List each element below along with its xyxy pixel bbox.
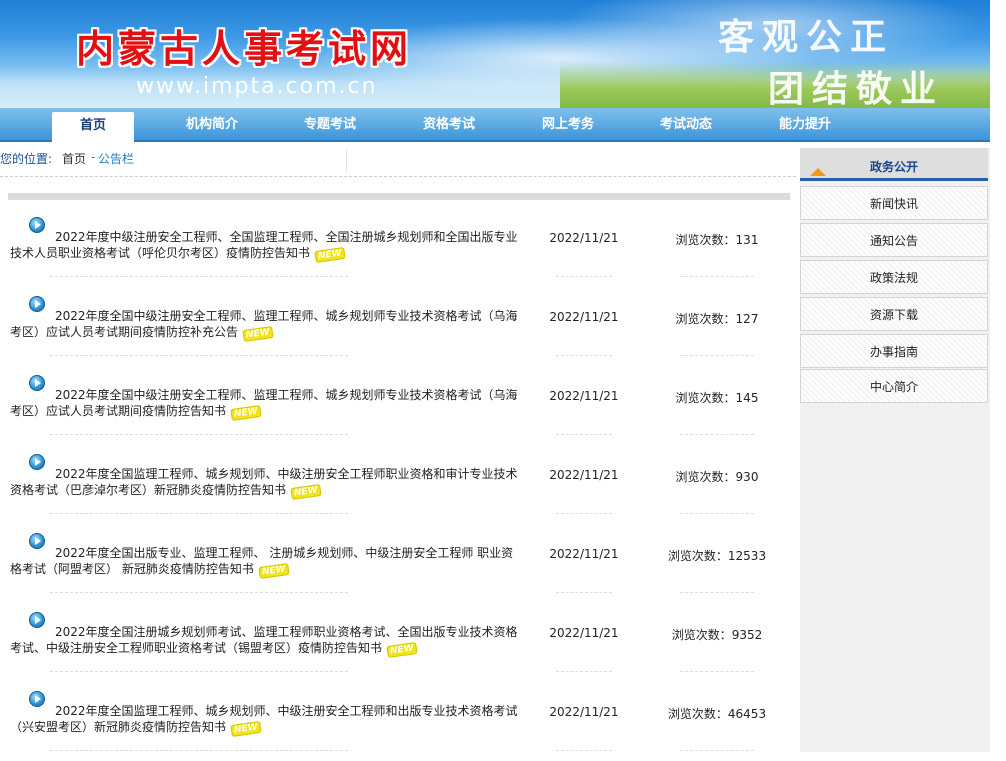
breadcrumb-label: 您的位置: bbox=[0, 152, 53, 166]
article-date: 2022/11/21 bbox=[549, 705, 619, 719]
new-badge-icon: NEW bbox=[230, 404, 262, 422]
sidebar: 政务公开 新闻快讯 通知公告 政策法规 资源下载 办事指南 中心简介 bbox=[800, 148, 990, 752]
new-badge-icon: NEW bbox=[242, 325, 274, 343]
list-item: 2022年度全国中级注册安全工程师、监理工程师、城乡规划师专业技术资格考试（乌海… bbox=[0, 366, 796, 445]
sidebar-heading: 政务公开 bbox=[800, 148, 988, 181]
article-date: 2022/11/21 bbox=[549, 310, 619, 324]
row-divider bbox=[50, 750, 348, 751]
article-title-link[interactable]: 2022年度中级注册安全工程师、全国监理工程师、全国注册城乡规划师和全国出版专业… bbox=[10, 229, 518, 264]
article-views: 浏览次数：131 bbox=[675, 233, 759, 247]
row-divider bbox=[556, 592, 612, 593]
row-divider bbox=[50, 592, 348, 593]
banner-slogan-line2: 团结敬业 bbox=[768, 68, 945, 108]
article-date: 2022/11/21 bbox=[549, 468, 619, 482]
breadcrumb-divider bbox=[346, 150, 347, 172]
orange-triangle-icon bbox=[810, 168, 826, 176]
nav-item-home[interactable]: 首页 bbox=[52, 112, 134, 142]
sidebar-heading-label: 政务公开 bbox=[870, 160, 919, 174]
article-views: 浏览次数：930 bbox=[675, 470, 759, 484]
site-title: 内蒙古人事考试网 bbox=[76, 26, 413, 71]
list-item: 2022年度全国监理工程师、城乡规划师、中级注册安全工程师职业资格和审计专业技术… bbox=[0, 445, 796, 524]
row-divider bbox=[556, 750, 612, 751]
row-divider bbox=[680, 513, 754, 514]
article-title[interactable]: 2022年度中级注册安全工程师、全国监理工程师、全国注册城乡规划师和全国出版专业… bbox=[10, 230, 518, 260]
banner-slogan-line1: 客观公正 bbox=[718, 16, 895, 58]
list-item: 2022年度全国注册城乡规划师考试、监理工程师职业资格考试、全国出版专业技术资格… bbox=[0, 603, 796, 682]
sidebar-item-notices[interactable]: 通知公告 bbox=[800, 223, 988, 257]
sidebar-item-news[interactable]: 新闻快讯 bbox=[800, 186, 988, 220]
site-url: www.impta.com.cn bbox=[136, 74, 378, 99]
site-banner: 内蒙古人事考试网 www.impta.com.cn 客观公正 团结敬业 bbox=[0, 0, 990, 108]
nav-item-about[interactable]: 机构简介 bbox=[160, 108, 264, 140]
article-views: 浏览次数：127 bbox=[675, 312, 759, 326]
article-date: 2022/11/21 bbox=[549, 231, 619, 245]
row-divider bbox=[680, 671, 754, 672]
breadcrumb-current[interactable]: 公告栏 bbox=[98, 150, 134, 167]
row-divider bbox=[680, 355, 754, 356]
article-title-link[interactable]: 2022年度全国中级注册安全工程师、监理工程师、城乡规划师专业技术资格考试（乌海… bbox=[10, 387, 518, 422]
breadcrumb-separator: - bbox=[91, 150, 96, 164]
sidebar-item-service-guide[interactable]: 办事指南 bbox=[800, 334, 988, 368]
nav-item-exam-news[interactable]: 考试动态 bbox=[634, 108, 738, 140]
breadcrumb: 您的位置: 首页 - 公告栏 bbox=[0, 148, 796, 177]
list-item: 2022年度全国中级注册安全工程师、监理工程师、城乡规划师专业技术资格考试（乌海… bbox=[0, 287, 796, 366]
nav-item-skill-improvement[interactable]: 能力提升 bbox=[753, 108, 857, 140]
article-title-link[interactable]: 2022年度全国中级注册安全工程师、监理工程师、城乡规划师专业技术资格考试（乌海… bbox=[10, 308, 518, 343]
nav-item-special-exams[interactable]: 专题考试 bbox=[278, 108, 382, 140]
article-title-link[interactable]: 2022年度全国出版专业、监理工程师、 注册城乡规划师、中级注册安全工程师 职业… bbox=[10, 545, 518, 580]
row-divider bbox=[50, 434, 348, 435]
new-badge-icon: NEW bbox=[290, 483, 322, 501]
nav-item-qualification-exams[interactable]: 资格考试 bbox=[397, 108, 501, 140]
new-badge-icon: NEW bbox=[258, 562, 290, 580]
new-badge-icon: NEW bbox=[314, 246, 346, 264]
row-divider bbox=[556, 671, 612, 672]
article-title[interactable]: 2022年度全国监理工程师、城乡规划师、中级注册安全工程师和出版专业技术资格考试… bbox=[10, 704, 518, 734]
article-title[interactable]: 2022年度全国注册城乡规划师考试、监理工程师职业资格考试、全国出版专业技术资格… bbox=[10, 625, 518, 655]
new-badge-icon: NEW bbox=[386, 641, 418, 659]
sidebar-item-center-intro[interactable]: 中心简介 bbox=[800, 369, 988, 403]
row-divider bbox=[50, 276, 348, 277]
row-divider bbox=[50, 513, 348, 514]
main-nav: 首页 机构简介 专题考试 资格考试 网上考务 考试动态 能力提升 bbox=[0, 108, 990, 142]
article-date: 2022/11/21 bbox=[549, 547, 619, 561]
article-date: 2022/11/21 bbox=[549, 389, 619, 403]
row-divider bbox=[50, 671, 348, 672]
article-title-link[interactable]: 2022年度全国注册城乡规划师考试、监理工程师职业资格考试、全国出版专业技术资格… bbox=[10, 624, 518, 659]
list-item: 2022年度中级注册安全工程师、全国监理工程师、全国注册城乡规划师和全国出版专业… bbox=[0, 208, 796, 287]
nav-item-online-exam-affairs[interactable]: 网上考务 bbox=[516, 108, 620, 140]
row-divider bbox=[556, 434, 612, 435]
row-divider bbox=[556, 355, 612, 356]
article-views: 浏览次数：9352 bbox=[671, 628, 763, 642]
row-divider bbox=[556, 513, 612, 514]
article-title[interactable]: 2022年度全国监理工程师、城乡规划师、中级注册安全工程师职业资格和审计专业技术… bbox=[10, 467, 518, 497]
row-divider bbox=[680, 434, 754, 435]
article-views: 浏览次数：46453 bbox=[667, 707, 767, 721]
list-item: 2022年度全国监理工程师、城乡规划师、中级注册安全工程师和出版专业技术资格考试… bbox=[0, 682, 796, 761]
article-title-link[interactable]: 2022年度全国监理工程师、城乡规划师、中级注册安全工程师职业资格和审计专业技术… bbox=[10, 466, 518, 501]
row-divider bbox=[556, 276, 612, 277]
list-item: 2022年度全国出版专业、监理工程师、 注册城乡规划师、中级注册安全工程师 职业… bbox=[0, 524, 796, 603]
row-divider bbox=[680, 592, 754, 593]
article-date: 2022/11/21 bbox=[549, 626, 619, 640]
breadcrumb-home-link[interactable]: 首页 bbox=[62, 150, 86, 167]
article-views: 浏览次数：145 bbox=[675, 391, 759, 405]
row-divider bbox=[680, 276, 754, 277]
list-top-bar bbox=[8, 193, 790, 200]
article-title[interactable]: 2022年度全国中级注册安全工程师、监理工程师、城乡规划师专业技术资格考试（乌海… bbox=[10, 388, 518, 418]
row-divider bbox=[680, 750, 754, 751]
row-divider bbox=[50, 355, 348, 356]
new-badge-icon: NEW bbox=[230, 720, 262, 738]
article-views: 浏览次数：12533 bbox=[667, 549, 767, 563]
article-title-link[interactable]: 2022年度全国监理工程师、城乡规划师、中级注册安全工程师和出版专业技术资格考试… bbox=[10, 703, 518, 738]
sidebar-item-downloads[interactable]: 资源下载 bbox=[800, 297, 988, 331]
sidebar-item-policies[interactable]: 政策法规 bbox=[800, 260, 988, 294]
